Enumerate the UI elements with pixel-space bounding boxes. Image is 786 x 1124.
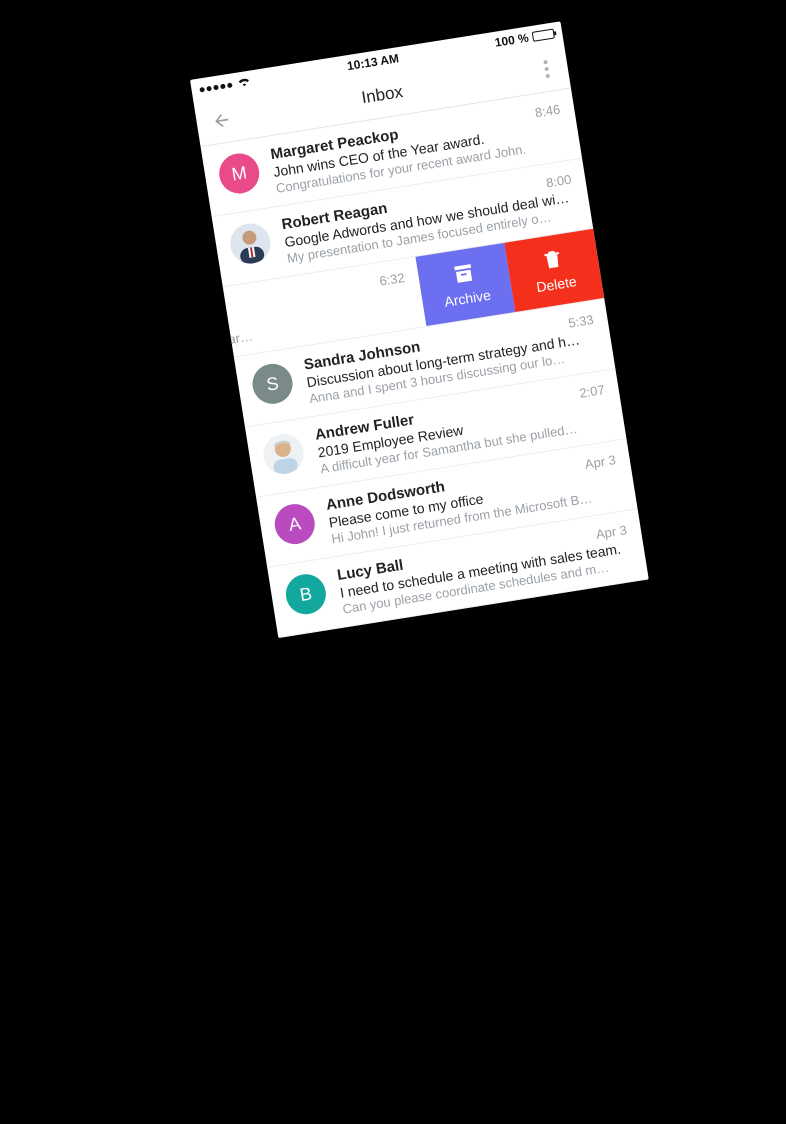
avatar: A [272,501,318,547]
more-vertical-icon [543,59,550,77]
avatar: B [283,571,329,617]
trash-icon [540,247,565,272]
archive-label: Archive [443,287,492,310]
avatar: S [250,361,296,407]
avatar-letter: B [298,583,313,606]
archive-icon [451,261,476,286]
message-time: 8:46 [534,102,561,121]
phone-frame: 10:13 AM 100 % Inbox M [190,21,649,638]
message-list[interactable]: M Margaret Peackop 8:46 John wins CEO of… [201,88,649,638]
message-time: 2:07 [578,382,605,401]
back-button[interactable] [204,103,238,137]
message-time: 8:00 [545,172,572,191]
overflow-menu-button[interactable] [529,51,563,85]
avatar-letter: M [230,162,248,185]
battery-percent: 100 % [494,31,530,50]
avatar [261,431,307,477]
delete-label: Delete [535,273,577,295]
avatar-photo-icon [227,221,273,267]
delete-button[interactable]: Delete [504,229,604,312]
arrow-left-icon [210,109,233,132]
message-time: 6:32 [378,270,405,289]
avatar-letter: A [287,513,302,536]
archive-button[interactable]: Archive [415,243,515,326]
avatar-photo-icon [261,431,307,477]
avatar [227,221,273,267]
avatar: M [216,151,262,197]
message-time: 5:33 [567,312,594,331]
signal-dots-icon [199,82,232,92]
avatar-letter: S [265,373,280,396]
battery-icon [532,29,555,42]
